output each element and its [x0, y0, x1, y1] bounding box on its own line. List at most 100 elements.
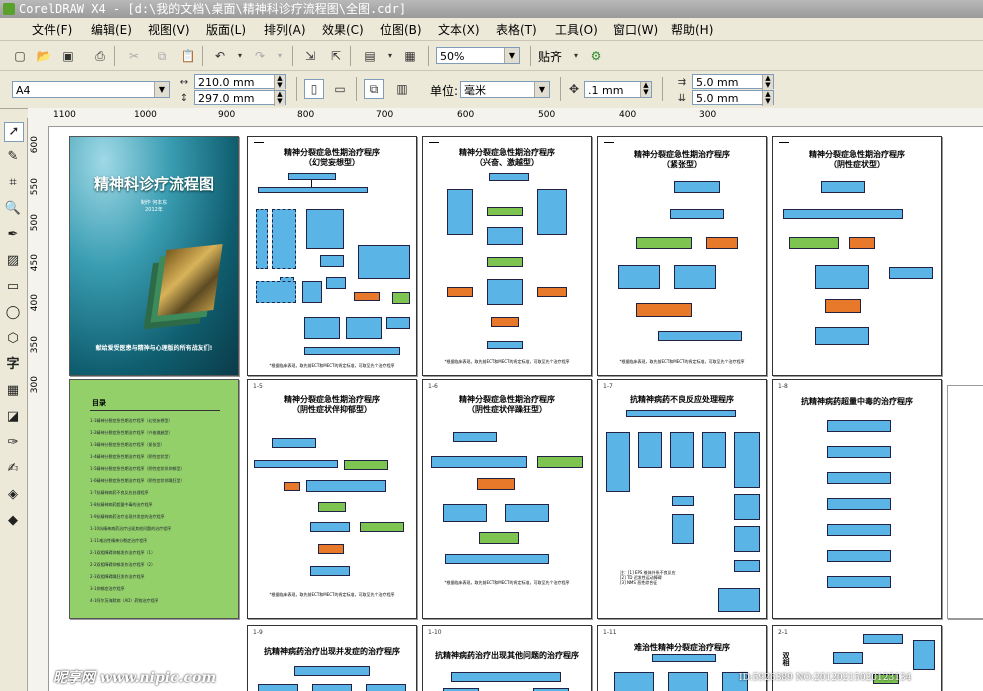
duplicate-y-field[interactable]: 5.0 mm ▲ ▼ [692, 90, 774, 106]
pick-tool-icon[interactable]: ➚ [4, 122, 24, 142]
open-icon[interactable]: 📂 [34, 46, 54, 66]
menu-bitmaps[interactable]: 位图(B) [380, 21, 422, 38]
table-tool-icon[interactable]: ▦ [4, 382, 22, 400]
portrait-icon[interactable]: ▯ [304, 79, 324, 99]
flow-box [487, 257, 523, 267]
flowchart-page[interactable] [947, 385, 983, 619]
menu-file[interactable]: 文件(F) [32, 21, 72, 38]
nudge-spinner-icon[interactable]: ▲ ▼ [640, 82, 651, 97]
flowchart-page[interactable]: 1-10 抗精神病药治疗出现其他问题的治疗程序 [422, 625, 592, 691]
shape-tool-icon[interactable]: ✎ [4, 148, 22, 166]
page-number: 1-6 [428, 383, 438, 390]
menu-effects[interactable]: 效果(C) [322, 21, 364, 38]
welcome-screen-icon[interactable]: ▦ [400, 46, 420, 66]
interactive-tool-icon[interactable]: ◪ [4, 408, 22, 426]
freehand-tool-icon[interactable]: ✒ [4, 226, 22, 244]
drawing-canvas[interactable]: 精神科诊疗流程图 制作 何本东 2012年 献给爱受医患与精神与心理版的所有战友… [49, 127, 983, 691]
flow-box [318, 544, 344, 554]
ruler-origin[interactable] [28, 108, 49, 127]
toc-item: 1-9抗精神病药治疗出现并发症的治疗程序 [90, 514, 165, 519]
menu-view[interactable]: 视图(V) [148, 21, 190, 38]
menu-help[interactable]: 帮助(H) [671, 21, 713, 38]
paper-size-combo[interactable]: A4 ▼ [12, 81, 170, 98]
toc-page[interactable]: 目录 1-1精神分裂症急性期治疗程序（幻觉妄想型） 1-2精神分裂症急性期治疗程… [69, 379, 239, 619]
polygon-tool-icon[interactable]: ⬡ [4, 330, 22, 348]
menu-arrange[interactable]: 排列(A) [264, 21, 306, 38]
all-pages-icon[interactable]: ⧉ [364, 79, 384, 99]
menu-edit[interactable]: 编辑(E) [91, 21, 132, 38]
crop-tool-icon[interactable]: ⌗ [4, 174, 22, 192]
flow-box [734, 494, 760, 520]
menu-table[interactable]: 表格(T) [496, 21, 537, 38]
interactive-fill-tool-icon[interactable]: ◆ [4, 512, 22, 530]
redo-dropdown-icon[interactable]: ▾ [270, 46, 290, 66]
dup-x-spinner-icon[interactable]: ▲ ▼ [762, 75, 773, 90]
page-footnote: *根据临床表现，取先前ECT和MECT的肯定标准，可取至先个治疗程序 [619, 359, 745, 364]
flowchart-page[interactable]: 精神分裂症急性期治疗程序 （阴性症状型） [772, 136, 942, 376]
ellipse-tool-icon[interactable]: ◯ [4, 304, 22, 322]
flow-box [451, 672, 561, 682]
flow-box [310, 566, 350, 576]
current-page-icon[interactable]: ▥ [392, 79, 412, 99]
flow-box [827, 524, 891, 536]
flowchart-page[interactable]: 精神分裂症急性期治疗程序 （兴奋、激越型） *根据临床表现，取先前ECT和MEC… [422, 136, 592, 376]
text-tool-icon[interactable]: 字 [4, 356, 22, 374]
width-spinner-icon[interactable]: ▲ ▼ [274, 75, 285, 90]
flowchart-page[interactable]: 1-5 精神分裂症急性期治疗程序 （阴性症状伴抑郁型） *根据临床表现，取先前E… [247, 379, 417, 619]
zoom-tool-icon[interactable]: 🔍 [4, 200, 22, 218]
flow-box [288, 173, 336, 180]
snap-to-label[interactable]: 贴齐 [538, 48, 562, 65]
duplicate-x-field[interactable]: 5.0 mm ▲ ▼ [692, 74, 774, 90]
page-height-field[interactable]: 297.0 mm ▲ ▼ [194, 90, 286, 106]
flow-box [606, 432, 630, 492]
undo-dropdown-icon[interactable]: ▾ [230, 46, 250, 66]
menu-text[interactable]: 文本(X) [438, 21, 480, 38]
undo-icon[interactable]: ↶ [210, 46, 230, 66]
page-width-field[interactable]: 210.0 mm ▲ ▼ [194, 74, 286, 90]
flowchart-page[interactable]: 1-9 抗精神病药治疗出现并发症的治疗程序 [247, 625, 417, 691]
application-launcher-icon[interactable]: ▤ [360, 46, 380, 66]
menu-tools[interactable]: 工具(O) [555, 21, 598, 38]
cut-icon[interactable]: ✂ [124, 46, 144, 66]
chevron-down-icon[interactable]: ▼ [154, 82, 169, 97]
export-icon[interactable]: ⇱ [326, 46, 346, 66]
menu-layout[interactable]: 版面(L) [206, 21, 246, 38]
smart-fill-tool-icon[interactable]: ▨ [4, 252, 22, 270]
landscape-icon[interactable]: ▭ [330, 79, 350, 99]
watermark-site: 昵享网 www.nipic.com [53, 670, 217, 686]
chevron-down-icon[interactable]: ▼ [534, 82, 549, 97]
units-combo[interactable]: 毫米 ▼ [460, 81, 550, 98]
redo-icon[interactable]: ↷ [250, 46, 270, 66]
flowchart-page[interactable]: 精神分裂症急性期治疗程序 （紧张型） *根据临床表现，取先前ECT和MECT的肯… [597, 136, 767, 376]
chevron-down-icon[interactable]: ▼ [504, 48, 519, 63]
dup-y-spinner-icon[interactable]: ▲ ▼ [762, 91, 773, 106]
options-icon[interactable]: ⚙ [586, 46, 606, 66]
new-document-icon[interactable]: ▢ [10, 46, 30, 66]
vertical-ruler[interactable]: 600 550 500 450 400 350 300 [28, 126, 49, 691]
page-title: 抗精神病药不良反应处理程序 [630, 394, 734, 404]
save-icon[interactable]: ▣ [58, 46, 78, 66]
eyedropper-tool-icon[interactable]: ✑ [4, 434, 22, 452]
paste-icon[interactable]: 📋 [178, 46, 198, 66]
nudge-field[interactable]: .1 mm ▲ ▼ [584, 81, 652, 98]
cover-page[interactable]: 精神科诊疗流程图 制作 何本东 2012年 献给爱受医患与精神与心理版的所有战友… [69, 136, 239, 376]
flowchart-page[interactable]: 1-6 精神分裂症急性期治疗程序 （阴性症状伴躁狂型） *根据临床表现，取先前E… [422, 379, 592, 619]
outline-tool-icon[interactable]: ✍ [4, 460, 22, 478]
print-icon[interactable]: ⎙ [90, 46, 110, 66]
flowchart-page[interactable]: 精神分裂症急性期治疗程序 （幻觉妄想型） *根据临床表现，取先前ECT和MECT… [247, 136, 417, 376]
flow-box [815, 327, 869, 345]
rectangle-tool-icon[interactable]: ▭ [4, 278, 22, 296]
snap-dropdown-icon[interactable]: ▾ [566, 46, 586, 66]
flow-box [312, 684, 352, 691]
horizontal-ruler[interactable]: 1100 1000 900 800 700 600 500 400 300 [48, 108, 983, 127]
menu-window[interactable]: 窗口(W) [613, 21, 658, 38]
flowchart-page[interactable]: 1-7 抗精神病药不良反应处理程序 注：[1] EPS 锥体外系不良反应 [2] … [597, 379, 767, 619]
launcher-dropdown-icon[interactable]: ▾ [380, 46, 400, 66]
fill-tool-icon[interactable]: ◈ [4, 486, 22, 504]
page-footnote: *根据临床表现，取先前ECT和MECT的肯定标准，可取至先个治疗程序 [444, 580, 570, 585]
copy-icon[interactable]: ⧉ [152, 46, 172, 66]
zoom-level-combo[interactable]: 50% ▼ [436, 47, 520, 64]
import-icon[interactable]: ⇲ [300, 46, 320, 66]
height-spinner-icon[interactable]: ▲ ▼ [274, 91, 285, 106]
flowchart-page[interactable]: 1-8 抗精神病药超量中毒的治疗程序 [772, 379, 942, 619]
